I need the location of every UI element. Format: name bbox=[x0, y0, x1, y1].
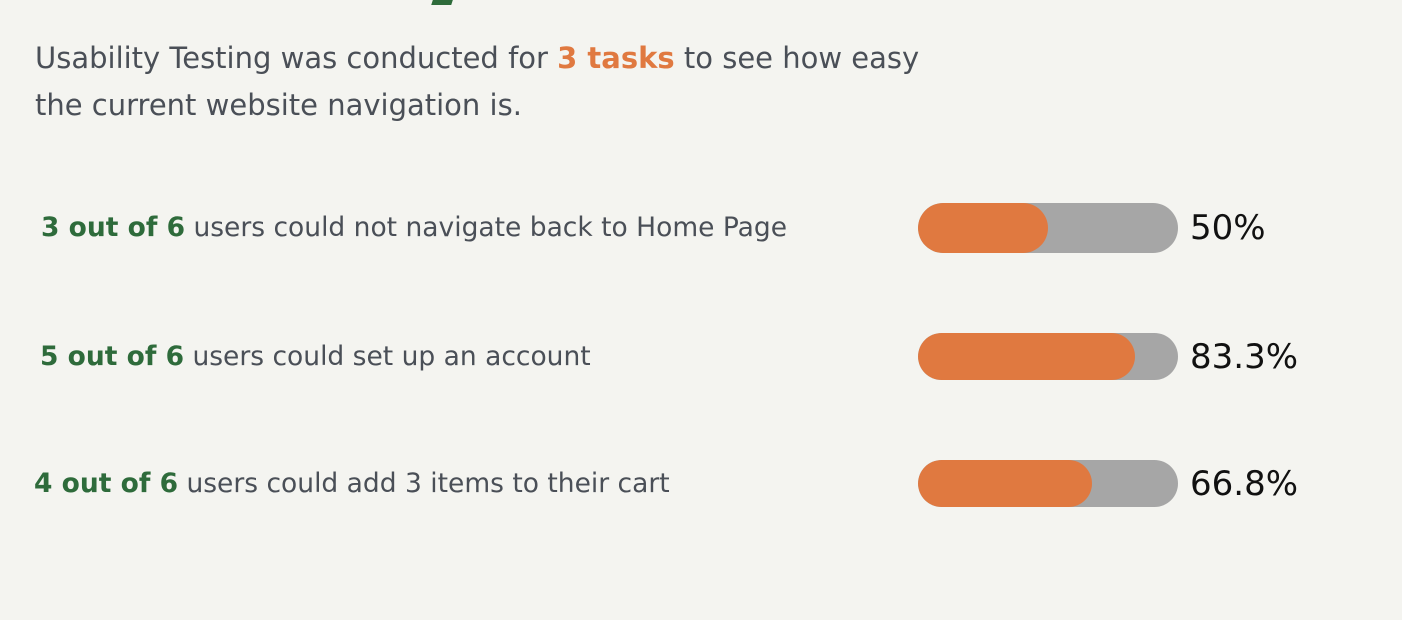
result-text: 4 out of 6 users could add 3 items to th… bbox=[34, 454, 670, 514]
intro-text: Usability Testing was conducted for 3 ta… bbox=[35, 35, 935, 129]
result-description: users could set up an account bbox=[184, 341, 591, 372]
percent-label: 66.8% bbox=[1190, 464, 1299, 504]
result-row-cart: 4 out of 6 users could add 3 items to th… bbox=[0, 454, 1402, 514]
user-count: 3 out of 6 bbox=[41, 212, 186, 243]
task-count-highlight: 3 tasks bbox=[557, 41, 675, 75]
progress-bar-fill bbox=[918, 460, 1092, 507]
result-text: 5 out of 6 users could set up an account bbox=[40, 327, 591, 387]
progress-bar-fill bbox=[918, 203, 1048, 253]
result-description: users could add 3 items to their cart bbox=[178, 468, 670, 499]
user-count: 5 out of 6 bbox=[40, 341, 185, 372]
progress-bar-track bbox=[918, 203, 1178, 253]
heading-fragment bbox=[431, 0, 455, 5]
percent-label: 50% bbox=[1190, 208, 1266, 248]
progress-bar-track bbox=[918, 460, 1178, 507]
intro-text-start: Usability Testing was conducted for bbox=[35, 41, 558, 75]
result-description: users could not navigate back to Home Pa… bbox=[185, 212, 788, 243]
result-text: 3 out of 6 users could not navigate back… bbox=[41, 198, 787, 258]
progress-bar-track bbox=[918, 333, 1178, 380]
result-row-home-page: 3 out of 6 users could not navigate back… bbox=[0, 198, 1402, 258]
progress-bar-fill bbox=[918, 333, 1135, 380]
percent-label: 83.3% bbox=[1190, 337, 1299, 377]
usability-results-slide: Usability Testing was conducted for 3 ta… bbox=[0, 0, 1402, 620]
user-count: 4 out of 6 bbox=[34, 468, 179, 499]
result-row-account: 5 out of 6 users could set up an account… bbox=[0, 327, 1402, 387]
